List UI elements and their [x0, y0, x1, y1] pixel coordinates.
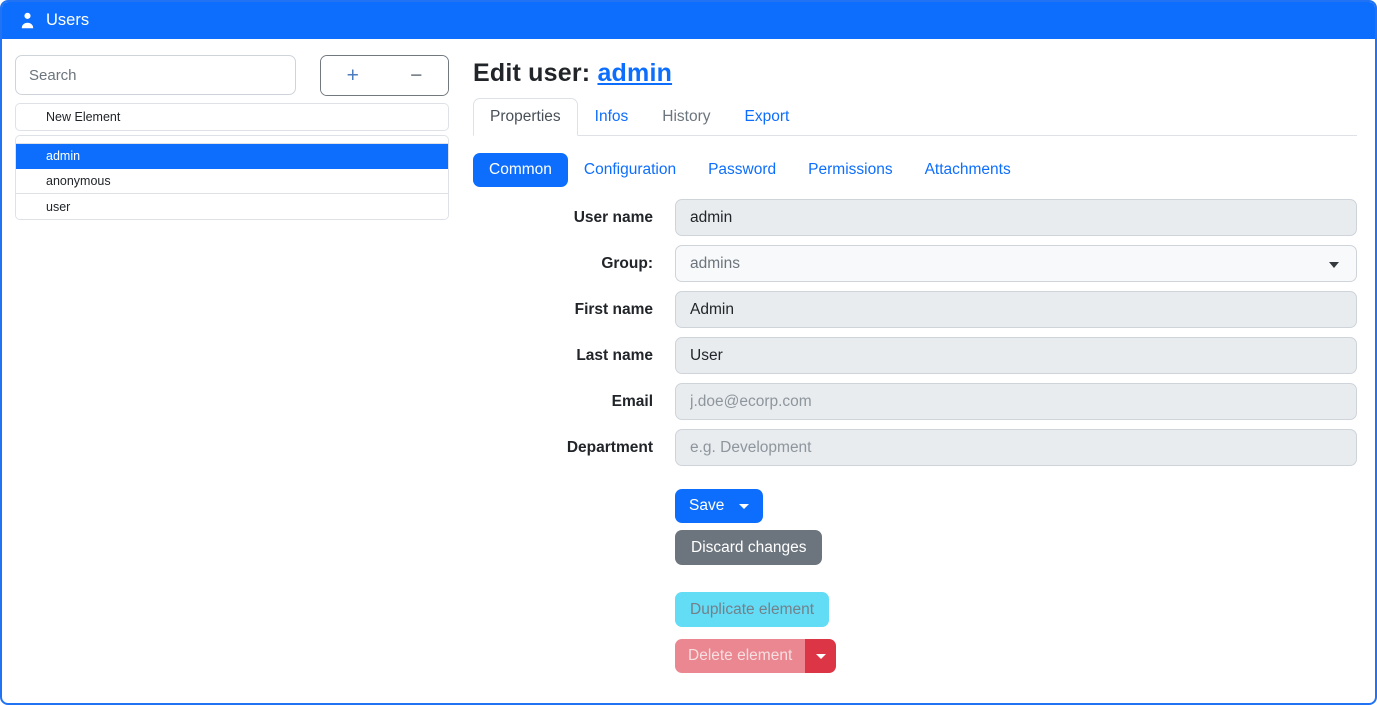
delete-element-button: Delete element [675, 639, 805, 673]
form-row-username: User name [473, 199, 1357, 236]
department-label: Department [473, 439, 653, 457]
subtab-configuration[interactable]: Configuration [568, 153, 692, 187]
user-form: User name Group: admins First [473, 199, 1357, 673]
group-label: Group: [473, 255, 653, 273]
firstname-label: First name [473, 301, 653, 319]
search-input[interactable] [15, 55, 296, 95]
tab-export[interactable]: Export [728, 98, 807, 136]
edited-user-link[interactable]: admin [597, 59, 672, 87]
subtab-attachments[interactable]: Attachments [909, 153, 1027, 187]
email-field[interactable] [675, 383, 1357, 420]
sidebar-toolbar: + − [15, 55, 449, 96]
username-field[interactable] [675, 199, 1357, 236]
list-item-admin[interactable]: admin [16, 144, 448, 169]
subtab-password[interactable]: Password [692, 153, 792, 187]
list-button-group: + − [320, 55, 449, 96]
add-element-button[interactable]: + [321, 56, 385, 95]
save-button-label: Save [689, 497, 724, 515]
tab-bar: Properties Infos History Export [473, 98, 1357, 136]
main-body: + − New Element admin anonymous user Edi… [2, 39, 1375, 703]
new-element-item[interactable]: New Element [15, 103, 449, 131]
username-label: User name [473, 209, 653, 227]
form-row-lastname: Last name [473, 337, 1357, 374]
department-field[interactable] [675, 429, 1357, 466]
delete-split-button: Delete element [675, 639, 836, 673]
group-select-value: admins [690, 255, 740, 273]
subtab-permissions[interactable]: Permissions [792, 153, 908, 187]
tab-properties[interactable]: Properties [473, 98, 578, 136]
caret-down-icon [739, 504, 749, 509]
save-button[interactable]: Save [675, 489, 763, 523]
content-panel: Edit user: admin Properties Infos Histor… [449, 55, 1375, 703]
page-title-prefix: Edit user: [473, 59, 597, 87]
tab-history: History [645, 98, 727, 136]
sub-tab-bar: Common Configuration Password Permission… [473, 153, 1357, 187]
list-item-user[interactable]: user [16, 194, 448, 219]
firstname-field[interactable] [675, 291, 1357, 328]
lastname-field[interactable] [675, 337, 1357, 374]
caret-down-icon [816, 654, 826, 659]
page-title: Edit user: admin [473, 59, 1357, 88]
user-list: admin anonymous user [15, 135, 449, 220]
email-label: Email [473, 393, 653, 411]
tab-infos[interactable]: Infos [578, 98, 646, 136]
form-row-department: Department [473, 429, 1357, 466]
list-item-anonymous[interactable]: anonymous [16, 169, 448, 194]
chevron-down-icon [1329, 262, 1339, 268]
lastname-label: Last name [473, 347, 653, 365]
remove-element-button[interactable]: − [385, 56, 449, 95]
group-select[interactable]: admins [675, 245, 1357, 282]
app-window: Users + − New Element admin anonymous us… [0, 0, 1377, 705]
action-buttons: Save Discard changes Duplicate element D… [675, 475, 1357, 673]
sidebar: + − New Element admin anonymous user [2, 55, 449, 703]
user-icon [18, 11, 37, 30]
top-bar: Users [2, 2, 1375, 39]
form-row-email: Email [473, 383, 1357, 420]
delete-dropdown-toggle[interactable] [805, 639, 836, 673]
form-row-firstname: First name [473, 291, 1357, 328]
list-spacer [16, 136, 448, 144]
subtab-common[interactable]: Common [473, 153, 568, 187]
app-title: Users [46, 11, 89, 30]
form-row-group: Group: admins [473, 245, 1357, 282]
discard-changes-button[interactable]: Discard changes [675, 530, 822, 565]
duplicate-element-button: Duplicate element [675, 592, 829, 627]
